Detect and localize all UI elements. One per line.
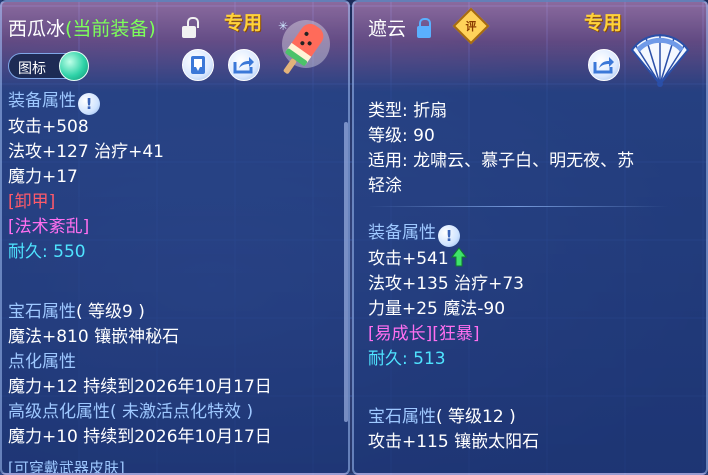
right-info: 类型: 折扇 等级: 90 适用: 龙啸云、慕子白、明无夜、苏 轻涂 (368, 99, 634, 199)
weapon-skin-text: [可穿戴武器皮肤] (8, 459, 125, 475)
bookmark-button[interactable] (182, 49, 214, 81)
rate-badge-label: 评 (465, 20, 477, 33)
equipped-item-tooltip: 西瓜冰(当前装备) 专用 图标 ✳ 装备属性! 攻击+508 法攻+127 治疗… (0, 0, 350, 475)
left-stats: 装备属性! 攻击+508 法攻+127 治疗+41 魔力+17 [卸甲] [法术… (8, 89, 164, 265)
share-icon (593, 57, 614, 74)
equip-attr-heading-right: 装备属性 (368, 223, 436, 243)
adv-spot-note: ( 未激活点化特效 ) (110, 402, 254, 422)
type-line: 类型: 折扇 (368, 101, 448, 121)
gem-level-right: ( 等级12 ) (436, 407, 516, 427)
attack-stat: 攻击+508 (8, 117, 89, 137)
compare-item-tooltip: 遮云 评 专用 类型: 折扇 等级: 90 适用: 龙啸云、慕子白、明无夜、苏 … (352, 0, 708, 475)
spot-heading: 点化属性 (8, 352, 76, 372)
usable-line: 适用: 龙啸云、慕子白、明无夜、苏 (368, 151, 635, 171)
item-name: 西瓜冰 (8, 18, 66, 40)
help-icon[interactable]: ! (78, 93, 100, 115)
tag-spell-chaos: [法术紊乱] (8, 217, 90, 237)
gem-effect: 魔法+810 镶嵌神秘石 (8, 327, 180, 347)
lock-closed-icon[interactable] (417, 18, 431, 38)
icon-toggle[interactable]: 图标 (8, 51, 89, 81)
tag-unarmor: [卸甲] (8, 192, 56, 212)
gem-effect-right: 攻击+115 镶嵌太阳石 (368, 432, 540, 452)
equipped-tag: (当前装备) (65, 18, 156, 40)
item-name-right: 遮云 (368, 18, 407, 40)
gem-heading: 宝石属性 (8, 302, 76, 322)
usable-line-cont: 轻涂 (368, 176, 402, 196)
svg-text:✳: ✳ (278, 19, 288, 33)
rate-badge[interactable]: 评 (452, 7, 490, 45)
toggle-knob (59, 51, 89, 81)
left-gem-section: 宝石属性( 等级9 ) 魔法+810 镶嵌神秘石 点化属性 魔力+12 持续到2… (8, 300, 272, 450)
durability-stat-right: 耐久: 513 (368, 349, 446, 369)
share-icon (233, 57, 254, 74)
right-stats: 装备属性! 攻击+541 法攻+135 治疗+73 力量+25 魔法-90 [易… (368, 221, 524, 372)
equip-attr-heading: 装备属性! (8, 89, 164, 115)
share-button[interactable] (228, 49, 260, 81)
level-line: 等级: 90 (368, 126, 435, 146)
adv-spot-heading: 高级点化属性 (8, 402, 110, 422)
bookmark-icon (191, 56, 205, 74)
icon-toggle-label: 图标 (18, 61, 46, 77)
popsicle-icon: ✳ (278, 19, 330, 74)
magic-heal-stat: 法攻+127 治疗+41 (8, 142, 164, 162)
divider (368, 206, 668, 207)
upgrade-arrow-icon (450, 247, 467, 267)
adv-spot-effect: 魔力+10 持续到2026年10月17日 (8, 427, 272, 447)
item-title: 西瓜冰(当前装备) (8, 14, 156, 41)
exclusive-label-right: 专用 (584, 12, 623, 34)
share-button-right[interactable] (588, 49, 620, 81)
magic-heal-stat-right: 法攻+135 治疗+73 (368, 274, 524, 294)
mana-stat: 魔力+17 (8, 167, 78, 187)
spot-effect: 魔力+12 持续到2026年10月17日 (8, 377, 272, 397)
growth-tags: [易成长][狂暴] (368, 324, 480, 344)
left-scrollbar[interactable] (344, 122, 348, 422)
str-mana-stat: 力量+25 魔法-90 (368, 299, 506, 319)
exclusive-label: 专用 (224, 12, 263, 34)
fan-icon (630, 34, 690, 87)
help-icon[interactable]: ! (438, 225, 460, 247)
gem-heading-right: 宝石属性 (368, 407, 436, 427)
attack-stat-right: 攻击+541 (368, 249, 449, 269)
lock-open-icon[interactable] (182, 17, 199, 38)
gem-level: ( 等级9 ) (76, 302, 145, 322)
durability-stat: 耐久: 550 (8, 242, 86, 262)
right-gem-section: 宝石属性( 等级12 ) 攻击+115 镶嵌太阳石 (368, 405, 539, 455)
